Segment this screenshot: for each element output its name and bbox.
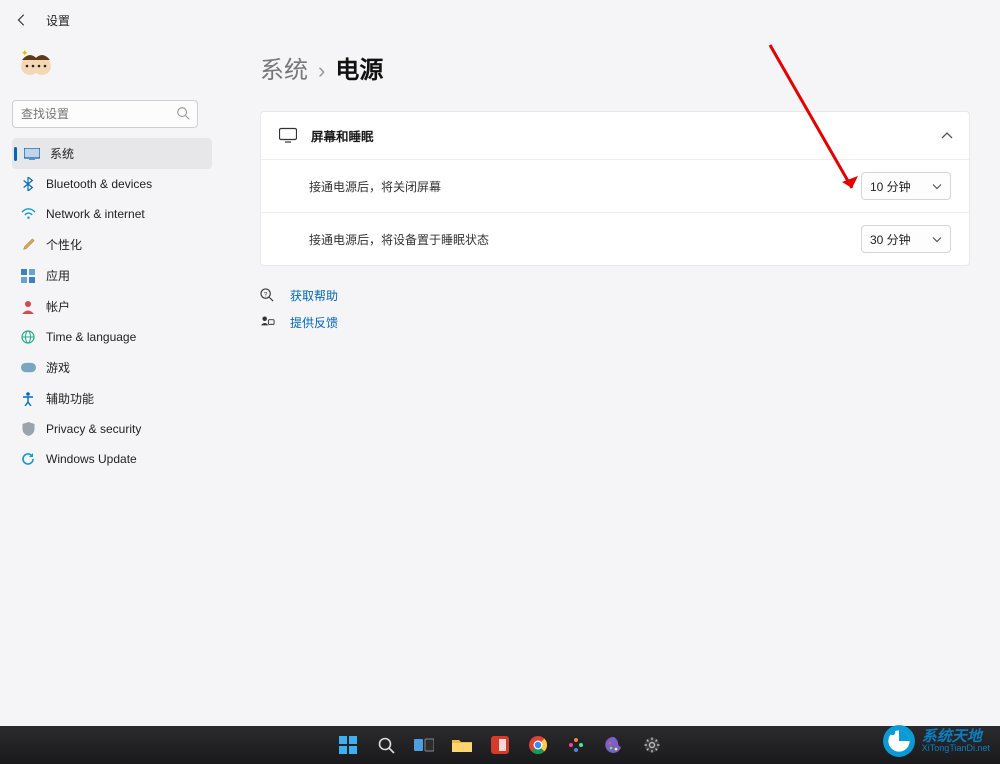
taskbar-office-button[interactable] <box>488 733 512 757</box>
avatar-icon: ✦ <box>16 46 56 86</box>
nav-label: Network & internet <box>46 207 145 221</box>
accessibility-icon <box>20 391 36 407</box>
search-icon <box>176 106 190 125</box>
gaming-icon <box>20 360 36 376</box>
chevron-down-icon <box>932 236 942 243</box>
brush-icon <box>20 237 36 253</box>
search-input[interactable] <box>12 100 198 128</box>
help-links: ? 获取帮助 提供反馈 <box>260 282 970 336</box>
taskview-icon <box>414 737 434 753</box>
page-title: 电源 <box>335 50 383 85</box>
color-circle-icon <box>567 736 585 754</box>
nav-list: 系统 Bluetooth & devices Network & interne… <box>12 138 212 474</box>
row-screen-off: 接通电源后，将关闭屏幕 10 分钟 <box>261 159 969 212</box>
row-label: 接通电源后，将关闭屏幕 <box>309 178 861 195</box>
chrome-icon <box>529 736 547 754</box>
row-label: 接通电源后，将设备置于睡眠状态 <box>309 231 861 248</box>
breadcrumb: 系统 › 电源 <box>260 50 970 85</box>
select-sleep[interactable]: 30 分钟 <box>861 225 951 253</box>
breadcrumb-separator-icon: › <box>318 58 325 84</box>
sidebar-item-system[interactable]: 系统 <box>12 138 212 169</box>
card-title: 屏幕和睡眠 <box>311 126 374 145</box>
taskbar-search-button[interactable] <box>374 733 398 757</box>
gear-icon <box>643 736 661 754</box>
apps-icon <box>20 268 36 284</box>
nav-label: Bluetooth & devices <box>46 177 152 191</box>
shield-icon <box>20 421 36 437</box>
nav-label: Time & language <box>46 330 136 344</box>
sidebar-item-apps[interactable]: 应用 <box>12 260 212 291</box>
back-button[interactable] <box>12 10 32 30</box>
nav-label: 游戏 <box>46 359 70 376</box>
folder-icon <box>452 737 472 753</box>
system-icon <box>24 146 40 162</box>
update-icon <box>20 451 36 467</box>
nav-label: Windows Update <box>46 452 137 466</box>
taskbar-start-button[interactable] <box>336 733 360 757</box>
sidebar-item-bluetooth[interactable]: Bluetooth & devices <box>12 169 212 199</box>
sidebar-item-time-language[interactable]: Time & language <box>12 322 212 352</box>
card-header-screen-sleep[interactable]: 屏幕和睡眠 <box>261 112 969 159</box>
feedback-icon <box>260 315 276 331</box>
sidebar: ✦ 系统 Bluetooth & devices Network & inter… <box>12 40 212 474</box>
globe-icon <box>20 329 36 345</box>
nav-label: 应用 <box>46 267 70 284</box>
taskbar-taskview-button[interactable] <box>412 733 436 757</box>
main-content: 系统 › 电源 屏幕和睡眠 接通电源后，将关闭屏幕 10 分钟 接通电源后，将设… <box>260 50 970 336</box>
get-help-link[interactable]: ? 获取帮助 <box>260 282 970 309</box>
user-avatar[interactable]: ✦ <box>16 46 56 86</box>
sidebar-item-gaming[interactable]: 游戏 <box>12 352 212 383</box>
nav-label: 系统 <box>50 145 74 162</box>
sidebar-item-network[interactable]: Network & internet <box>12 199 212 229</box>
nav-label: 帐户 <box>46 298 70 315</box>
select-value: 30 分钟 <box>870 231 911 248</box>
office-icon <box>491 736 509 754</box>
taskbar-chrome-button[interactable] <box>526 733 550 757</box>
taskbar-explorer-button[interactable] <box>450 733 474 757</box>
taskbar-app-button[interactable] <box>564 733 588 757</box>
sidebar-item-windows-update[interactable]: Windows Update <box>12 444 212 474</box>
screen-sleep-card: 屏幕和睡眠 接通电源后，将关闭屏幕 10 分钟 接通电源后，将设备置于睡眠状态 … <box>260 111 970 266</box>
nav-label: Privacy & security <box>46 422 141 436</box>
bluetooth-icon <box>20 176 36 192</box>
link-label: 提供反馈 <box>290 314 338 331</box>
link-label: 获取帮助 <box>290 287 338 304</box>
svg-text:?: ? <box>264 291 268 298</box>
search-icon <box>377 736 395 754</box>
feedback-link[interactable]: 提供反馈 <box>260 309 970 336</box>
windows-icon <box>339 736 357 754</box>
app-title: 设置 <box>46 12 70 29</box>
nav-label: 个性化 <box>46 236 82 253</box>
nav-label: 辅助功能 <box>46 390 94 407</box>
taskbar-paint-button[interactable] <box>602 733 626 757</box>
taskbar-settings-button[interactable] <box>640 733 664 757</box>
chevron-down-icon <box>932 183 942 190</box>
sidebar-item-accessibility[interactable]: 辅助功能 <box>12 383 212 414</box>
select-value: 10 分钟 <box>870 178 911 195</box>
svg-text:✦: ✦ <box>21 48 29 58</box>
breadcrumb-parent[interactable]: 系统 <box>260 50 308 85</box>
select-screen-off[interactable]: 10 分钟 <box>861 172 951 200</box>
monitor-icon <box>279 127 297 145</box>
person-icon <box>20 299 36 315</box>
sidebar-item-personalization[interactable]: 个性化 <box>12 229 212 260</box>
wifi-icon <box>20 206 36 222</box>
row-sleep: 接通电源后，将设备置于睡眠状态 30 分钟 <box>261 212 969 265</box>
taskbar <box>0 726 1000 764</box>
arrow-left-icon <box>15 13 29 27</box>
palette-icon <box>605 736 623 754</box>
sidebar-item-privacy[interactable]: Privacy & security <box>12 414 212 444</box>
sidebar-item-accounts[interactable]: 帐户 <box>12 291 212 322</box>
chevron-up-icon <box>941 127 953 145</box>
help-icon: ? <box>260 288 276 304</box>
